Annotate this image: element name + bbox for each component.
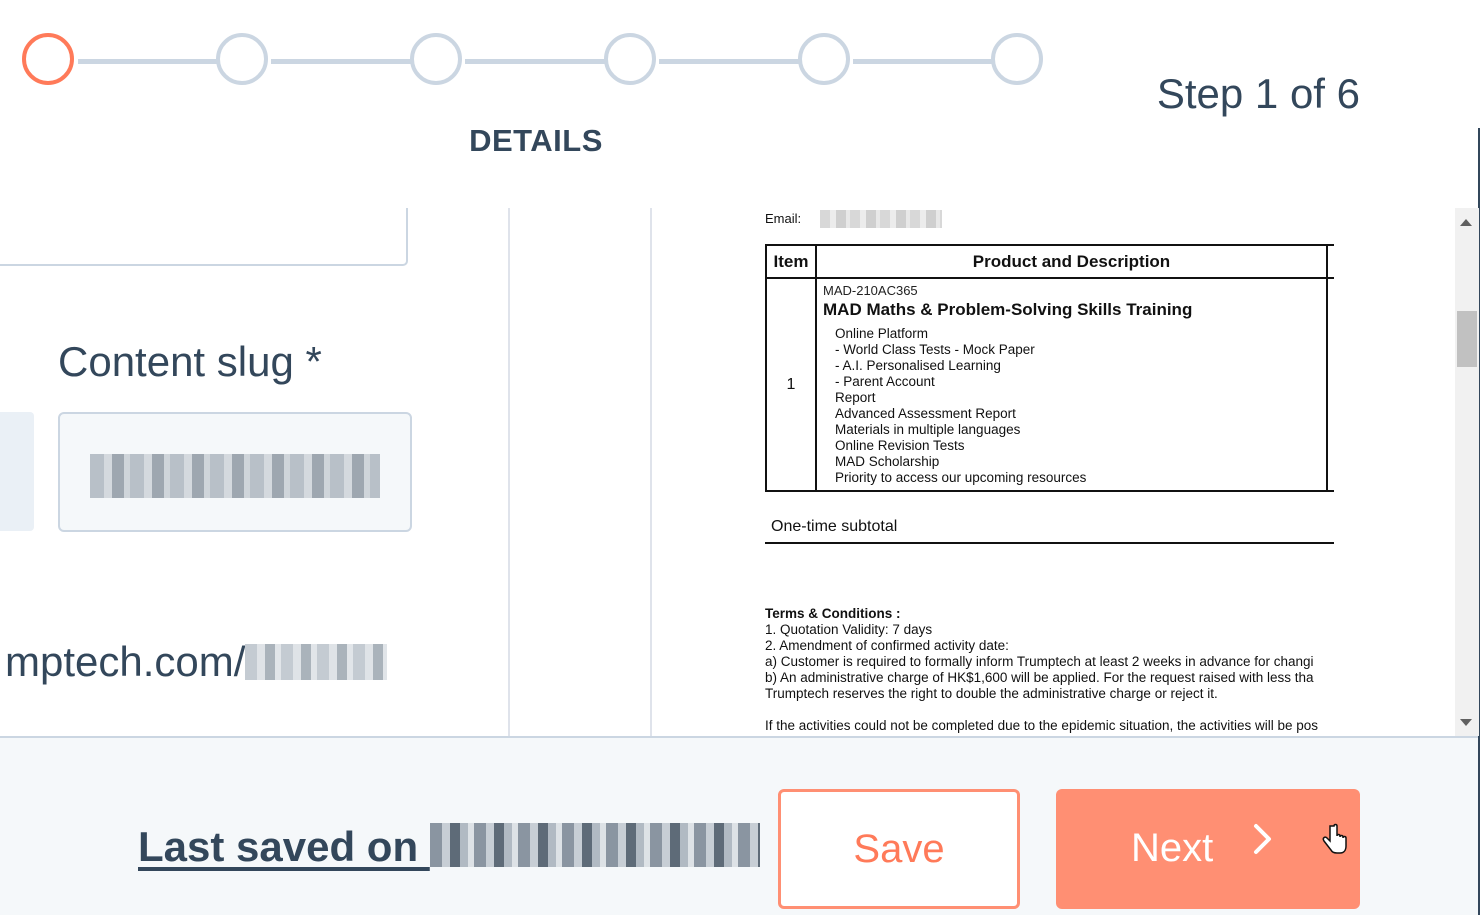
item-number: 1: [765, 277, 817, 492]
subtotal-row: One-time subtotal: [765, 508, 1334, 544]
url-preview: mptech.com/: [5, 638, 388, 686]
feature-item: Report: [835, 390, 876, 405]
terms-line: 1. Quotation Validity: 7 days: [765, 622, 933, 637]
terms-title: Terms & Conditions :: [765, 606, 901, 621]
step-connector: [659, 59, 801, 64]
step-connector: [271, 59, 413, 64]
step-5-circle[interactable]: [798, 33, 850, 85]
table-header-cut-off: [1326, 244, 1334, 279]
details-form-panel: Content slug * mptech.com/: [0, 208, 509, 736]
redacted-url-slug: [245, 644, 388, 680]
scroll-down-arrow-icon[interactable]: [1460, 719, 1472, 726]
terms-and-conditions: Terms & Conditions : 1. Quotation Validi…: [765, 606, 1334, 734]
feature-item: Advanced Assessment Report: [835, 406, 1016, 421]
feature-item: - World Class Tests - Mock Paper: [835, 342, 1035, 357]
quote-preview-pane[interactable]: Email: Item Product and Description 1 MA…: [652, 208, 1455, 736]
url-prefix: mptech.com/: [5, 638, 246, 685]
feature-item: - A.I. Personalised Learning: [835, 358, 1001, 373]
redacted-email-value: [820, 210, 942, 228]
table-row: 1 MAD-210AC365 MAD Maths & Problem-Solvi…: [765, 277, 1334, 492]
feature-item: MAD Scholarship: [835, 454, 940, 469]
next-button-label: Next: [1131, 826, 1214, 870]
next-button[interactable]: Next: [1056, 789, 1360, 909]
terms-line: Trumptech reserves the right to double t…: [765, 686, 1218, 701]
email-row: Email:: [765, 211, 801, 226]
step-connector: [465, 59, 607, 64]
chevron-right-icon: [1252, 817, 1274, 867]
content-slug-input[interactable]: [58, 412, 412, 532]
previous-field-input[interactable]: [0, 208, 408, 266]
save-button[interactable]: Save: [778, 789, 1020, 909]
step-4-circle[interactable]: [604, 33, 656, 85]
panel-divider: [508, 208, 510, 736]
step-counter: Step 1 of 6: [1156, 70, 1360, 117]
hand-cursor-icon: [1322, 823, 1348, 865]
feature-item: Online Revision Tests: [835, 438, 965, 453]
current-step-label: DETAILS: [469, 123, 603, 158]
feature-item: Materials in multiple languages: [835, 422, 1021, 437]
email-label: Email:: [765, 211, 802, 226]
product-description-cell: MAD-210AC365 MAD Maths & Problem-Solving…: [815, 277, 1328, 492]
step-3-circle[interactable]: [410, 33, 462, 85]
scrollbar-thumb[interactable]: [1457, 311, 1477, 367]
cut-off-cell: [1326, 277, 1334, 492]
slug-prefix-addon[interactable]: [0, 412, 34, 531]
terms-line: If the activities could not be completed…: [765, 718, 1319, 733]
subtotal-label: One-time subtotal: [771, 518, 898, 535]
step-connector: [853, 59, 995, 64]
last-saved-link[interactable]: Last saved on: [138, 823, 760, 871]
last-saved-label: Last saved on: [138, 823, 430, 870]
step-1-circle[interactable]: [22, 33, 74, 85]
line-items-table: Item Product and Description 1 MAD-210AC…: [765, 244, 1334, 492]
redacted-saved-timestamp: [429, 823, 760, 867]
step-connector: [78, 59, 220, 64]
footer-action-bar: Last saved on Save Next: [0, 736, 1478, 915]
progress-stepper: DETAILS Step 1 of 6: [0, 0, 1482, 200]
scroll-up-arrow-icon[interactable]: [1460, 219, 1472, 226]
content-slug-label: Content slug *: [58, 338, 322, 385]
terms-line: a) Customer is required to formally info…: [765, 654, 1314, 669]
table-header-item: Item: [765, 244, 817, 279]
product-sku: MAD-210AC365: [823, 283, 918, 298]
redacted-slug-value: [90, 454, 380, 498]
terms-line: 2. Amendment of confirmed activity date:: [765, 638, 1009, 653]
table-header-product: Product and Description: [815, 244, 1328, 279]
terms-line: b) An administrative charge of HK$1,600 …: [765, 670, 1314, 685]
product-name: MAD Maths & Problem-Solving Skills Train…: [823, 300, 1193, 319]
step-2-circle[interactable]: [216, 33, 268, 85]
feature-item: - Parent Account: [835, 374, 935, 389]
terms-line: [765, 702, 1334, 718]
feature-item: Online Platform: [835, 326, 929, 341]
preview-scrollbar[interactable]: [1455, 208, 1479, 736]
step-6-circle[interactable]: [991, 33, 1043, 85]
feature-item: Priority to access our upcoming resource…: [835, 470, 1087, 485]
